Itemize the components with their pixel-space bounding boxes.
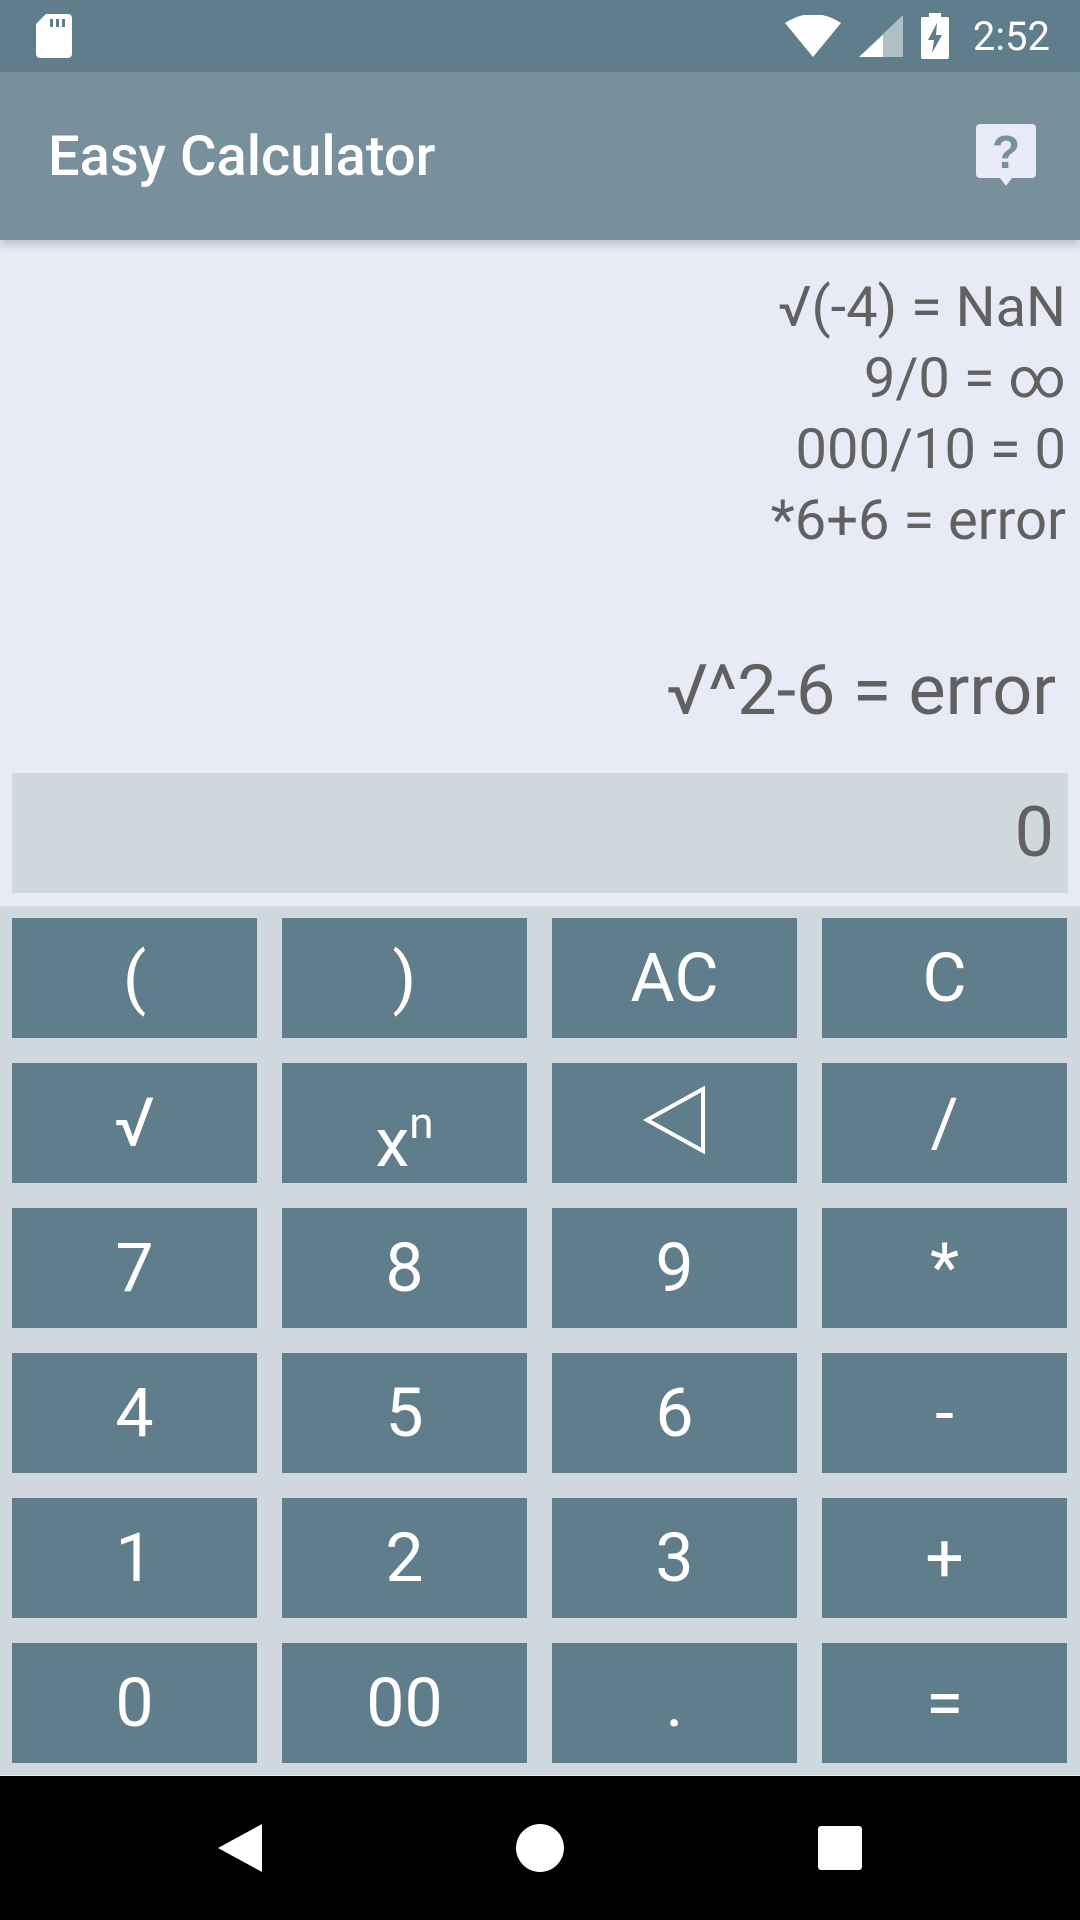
wifi-icon [784, 15, 841, 57]
add-button[interactable]: + [822, 1498, 1067, 1618]
all-clear-button[interactable]: AC [552, 918, 797, 1038]
history-list: √(-4) = NaN 9/0 = ∞ 000/10 = 0 *6+6 = er… [0, 240, 1080, 560]
app-bar: Easy Calculator ? [0, 72, 1080, 240]
digit-7-button[interactable]: 7 [12, 1208, 257, 1328]
result-value: 0 [1014, 792, 1054, 874]
history-item: *6+6 = error [770, 487, 1066, 553]
navigation-bar [0, 1776, 1080, 1920]
power-base-label: x [375, 1103, 410, 1183]
back-button[interactable] [150, 1776, 330, 1920]
sd-card-icon [36, 14, 72, 58]
double-zero-button[interactable]: 00 [282, 1643, 527, 1763]
history-item: 000/10 = 0 [795, 416, 1066, 482]
current-expression: √^2-6 = error [666, 650, 1056, 732]
recents-icon [818, 1826, 862, 1870]
digit-8-button[interactable]: 8 [282, 1208, 527, 1328]
power-button[interactable]: xn [282, 1063, 527, 1183]
digit-6-button[interactable]: 6 [552, 1353, 797, 1473]
home-icon [516, 1824, 564, 1872]
decimal-point-button[interactable]: . [552, 1643, 797, 1763]
backspace-icon [642, 1085, 705, 1155]
divide-button[interactable]: / [822, 1063, 1067, 1183]
battery-charging-icon [920, 13, 949, 59]
cell-signal-icon [858, 15, 903, 57]
digit-2-button[interactable]: 2 [282, 1498, 527, 1618]
help-icon[interactable]: ? [976, 124, 1036, 188]
digit-9-button[interactable]: 9 [552, 1208, 797, 1328]
digit-1-button[interactable]: 1 [12, 1498, 257, 1618]
svg-text:?: ? [992, 126, 1020, 178]
subtract-button[interactable]: - [822, 1353, 1067, 1473]
digit-5-button[interactable]: 5 [282, 1353, 527, 1473]
equals-button[interactable]: = [822, 1643, 1067, 1763]
sqrt-button[interactable]: √ [12, 1063, 257, 1183]
digit-4-button[interactable]: 4 [12, 1353, 257, 1473]
status-time: 2:52 [972, 12, 1050, 60]
result-display: 0 [12, 773, 1068, 893]
digit-0-button[interactable]: 0 [12, 1643, 257, 1763]
recents-button[interactable] [750, 1776, 930, 1920]
power-exponent-label: n [409, 1097, 434, 1149]
app-title: Easy Calculator [48, 123, 436, 189]
multiply-button[interactable]: * [822, 1208, 1067, 1328]
backspace-button[interactable] [552, 1063, 797, 1183]
status-bar: 2:52 [0, 0, 1080, 72]
clear-button[interactable]: C [822, 918, 1067, 1038]
keypad: ( ) AC C √ xn / 7 8 9 * 4 5 6 - 1 2 3 + … [0, 906, 1080, 1775]
close-paren-button[interactable]: ) [282, 918, 527, 1038]
home-button[interactable] [450, 1776, 630, 1920]
back-icon [218, 1824, 262, 1872]
history-item: √(-4) = NaN [778, 274, 1066, 340]
digit-3-button[interactable]: 3 [552, 1498, 797, 1618]
open-paren-button[interactable]: ( [12, 918, 257, 1038]
history-item: 9/0 = ∞ [863, 345, 1066, 411]
